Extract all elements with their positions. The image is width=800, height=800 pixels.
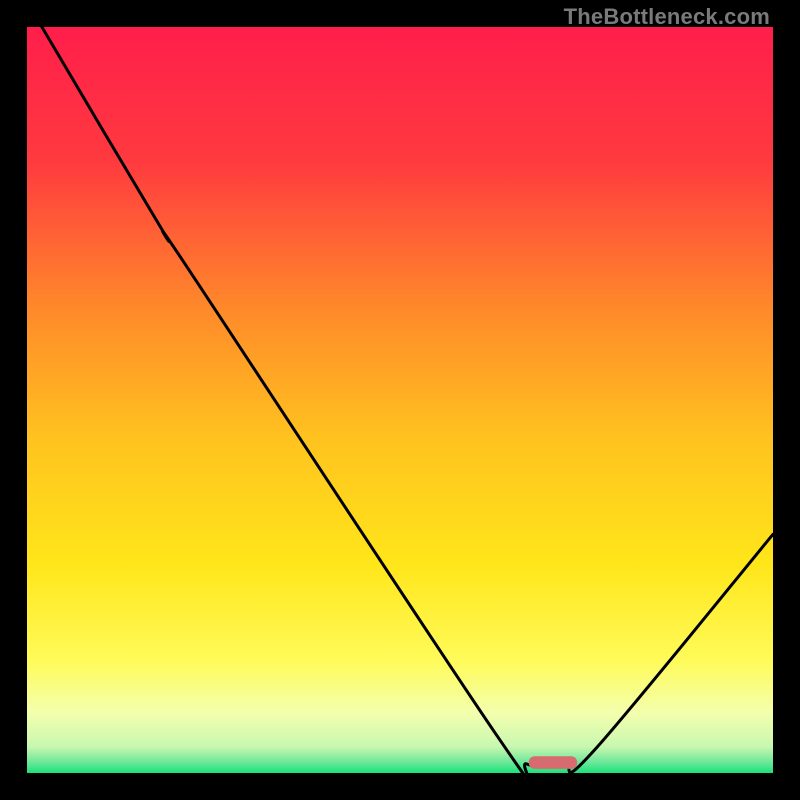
chart-svg (27, 27, 773, 773)
chart-frame: TheBottleneck.com (0, 0, 800, 800)
optimum-marker (529, 756, 577, 769)
gradient-background (27, 27, 773, 773)
plot-area (27, 27, 773, 773)
